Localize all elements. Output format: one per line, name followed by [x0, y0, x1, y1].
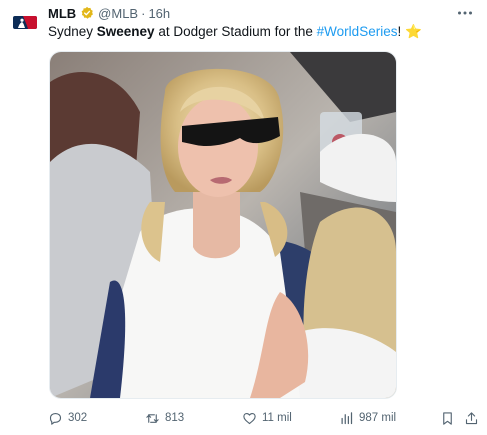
display-name[interactable]: MLB [48, 6, 76, 21]
share-button[interactable] [464, 408, 479, 428]
bookmark-button[interactable] [440, 408, 455, 428]
text-bold-name: Sweeney [96, 24, 155, 39]
timestamp[interactable]: 16h [148, 6, 170, 21]
separator: · [141, 5, 146, 21]
tweet[interactable]: MLB @MLB · 16h Sydney Sweeney at Dodger … [0, 0, 487, 435]
views-button[interactable]: 987 mil [339, 408, 396, 428]
more-horizontal-icon [458, 11, 472, 15]
heart-icon [243, 412, 256, 424]
reply-button[interactable]: 302 [48, 408, 87, 428]
avatar[interactable] [11, 8, 39, 36]
mlb-logo-icon [13, 15, 37, 29]
star-emoji: ⭐ [404, 24, 422, 39]
reply-icon [49, 412, 62, 425]
tweet-text: Sydney Sweeney at Dodger Stadium for the… [48, 23, 478, 41]
text-part-2: at Dodger Stadium for the [154, 24, 317, 39]
retweet-count: 813 [165, 412, 185, 424]
tweet-header: MLB @MLB · 16h [48, 4, 170, 22]
verified-badge-icon[interactable] [80, 6, 94, 20]
text-part-3: ! [397, 24, 405, 39]
views-count: 987 mil [359, 412, 397, 424]
more-button[interactable] [453, 4, 477, 22]
text-part-1: Sydney [48, 24, 97, 39]
retweet-icon [146, 413, 159, 423]
views-bar-chart-icon [341, 411, 353, 424]
retweet-button[interactable]: 813 [145, 408, 184, 428]
action-bar: 302 813 11 mil 987 mil [48, 408, 480, 428]
hashtag-link[interactable]: #WorldSeries [317, 24, 398, 39]
like-button[interactable]: 11 mil [242, 408, 292, 428]
like-count: 11 mil [262, 412, 292, 424]
photo-illustration [50, 52, 396, 398]
handle[interactable]: @MLB [98, 6, 138, 21]
reply-count: 302 [68, 412, 88, 424]
share-icon [465, 411, 478, 424]
tweet-photo[interactable] [49, 51, 397, 399]
bookmark-icon [443, 411, 452, 425]
